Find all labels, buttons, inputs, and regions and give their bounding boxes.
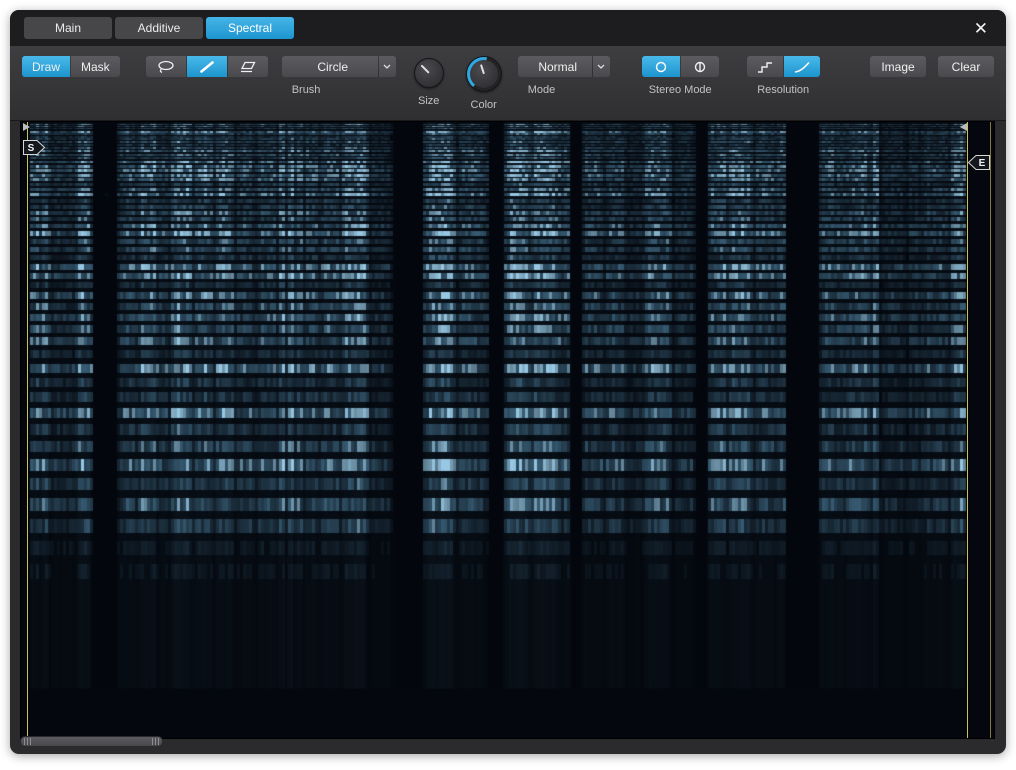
mode-select[interactable]: Normal xyxy=(518,56,610,77)
color-knob[interactable] xyxy=(466,56,502,92)
resolution-low-icon xyxy=(756,60,774,74)
stereo-mode-group: Stereo Mode xyxy=(642,56,719,96)
resolution-group: Resolution xyxy=(747,56,820,96)
size-knob-group: Size xyxy=(414,56,444,107)
mono-circle-icon xyxy=(654,60,668,74)
start-flag-label: S xyxy=(28,143,35,154)
stereo-circle-icon xyxy=(693,60,707,74)
spectral-editor-window: Main Additive Spectral ✕ Draw Mask Circl… xyxy=(10,10,1006,754)
chevron-down-icon xyxy=(592,56,610,77)
color-knob-face xyxy=(470,60,498,88)
loop-start-triangle-icon[interactable] xyxy=(23,123,30,131)
brush-shape-group: Circle Brush xyxy=(282,56,396,96)
mode-value: Normal xyxy=(518,60,592,74)
close-icon[interactable]: ✕ xyxy=(970,18,992,39)
mode-group: Normal Mode xyxy=(518,56,610,96)
end-flag-label: E xyxy=(979,158,986,169)
brush-tool-button[interactable] xyxy=(187,56,227,77)
horizontal-scrollbar[interactable] xyxy=(20,736,163,747)
resolution-low-button[interactable] xyxy=(747,56,783,77)
eraser-icon xyxy=(238,60,258,74)
start-flag[interactable]: S xyxy=(23,140,45,155)
draw-mask-toggle: Draw Mask xyxy=(22,56,120,77)
stereo-mode-label: Stereo Mode xyxy=(649,84,712,96)
stereo-mode-button[interactable] xyxy=(681,56,719,77)
lasso-icon xyxy=(156,60,176,74)
loop-end-triangle-icon[interactable] xyxy=(960,123,967,131)
spectrogram-canvas[interactable] xyxy=(21,122,994,738)
lasso-tool-button[interactable] xyxy=(146,56,186,77)
end-marker-line[interactable] xyxy=(967,122,968,738)
end-boundary-line xyxy=(990,122,991,738)
brush-icon xyxy=(197,60,217,74)
color-knob-group: Color xyxy=(466,56,502,111)
tab-additive[interactable]: Additive xyxy=(115,17,203,39)
mono-mode-button[interactable] xyxy=(642,56,680,77)
mask-button[interactable]: Mask xyxy=(71,56,120,77)
draw-button[interactable]: Draw xyxy=(22,56,70,77)
color-knob-pointer xyxy=(480,64,485,74)
resolution-high-icon xyxy=(793,60,811,74)
size-knob-pointer xyxy=(420,65,429,74)
size-knob[interactable] xyxy=(414,58,444,88)
image-button[interactable]: Image xyxy=(870,56,926,77)
tab-spectral[interactable]: Spectral xyxy=(206,17,294,39)
spectrogram-panel[interactable]: S E xyxy=(20,121,995,739)
clear-button[interactable]: Clear xyxy=(938,56,994,77)
brush-label: Brush xyxy=(292,84,321,96)
stereo-mode-toggle xyxy=(642,56,719,77)
mode-label: Mode xyxy=(528,84,556,96)
tab-bar: Main Additive Spectral ✕ xyxy=(10,10,1006,46)
toolbar: Draw Mask Circle Brush xyxy=(10,46,1006,121)
tool-selector xyxy=(146,56,268,77)
resolution-label: Resolution xyxy=(757,84,809,96)
resolution-toggle xyxy=(747,56,820,77)
color-label: Color xyxy=(471,99,497,111)
tab-main[interactable]: Main xyxy=(24,17,112,39)
scrollbar-grip-left[interactable] xyxy=(24,738,31,745)
eraser-tool-button[interactable] xyxy=(228,56,268,77)
brush-shape-value: Circle xyxy=(282,60,378,74)
brush-shape-select[interactable]: Circle xyxy=(282,56,396,77)
scrollbar-grip-right[interactable] xyxy=(152,738,159,745)
size-label: Size xyxy=(418,95,439,107)
start-marker-line[interactable] xyxy=(27,122,28,738)
end-flag[interactable]: E xyxy=(968,155,990,170)
chevron-down-icon xyxy=(378,56,396,77)
resolution-high-button[interactable] xyxy=(784,56,820,77)
